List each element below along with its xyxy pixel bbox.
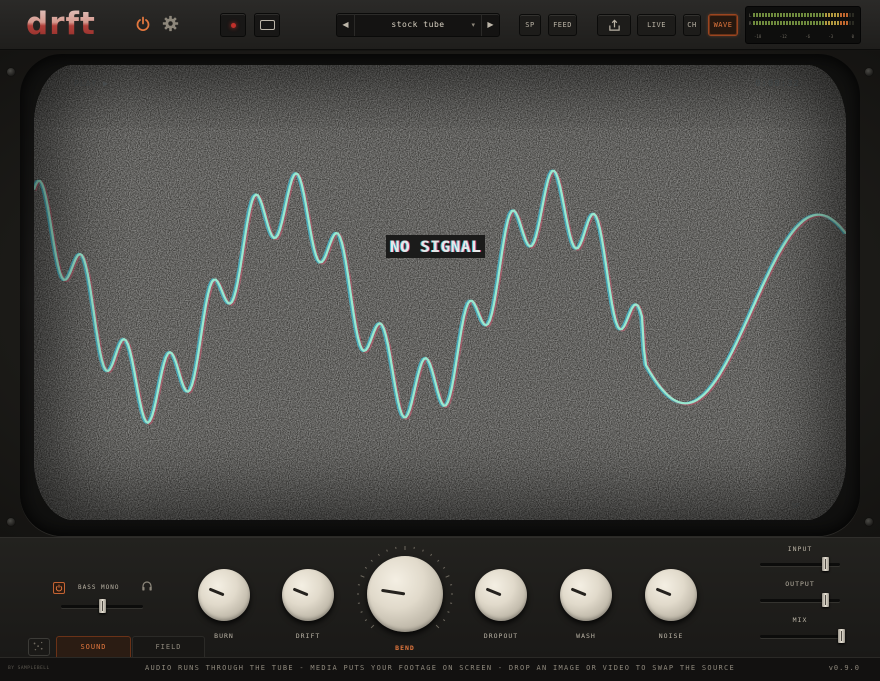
randomize-button[interactable] (28, 638, 50, 656)
wash-knob[interactable] (560, 569, 612, 621)
record-dot-icon (231, 23, 236, 28)
gear-icon[interactable] (162, 15, 179, 32)
bend-knob[interactable] (367, 556, 443, 632)
sp-button[interactable]: SP (519, 14, 541, 36)
burn-knob[interactable] (198, 569, 250, 621)
output-slider-thumb[interactable] (822, 593, 830, 607)
crt-screen[interactable]: PLAY ▶ 0:00:32 NO SIGNAL SP (34, 65, 846, 520)
export-button[interactable] (597, 14, 631, 36)
feed-button[interactable]: FEED (548, 14, 577, 36)
record-button[interactable] (220, 13, 246, 37)
tab-sound[interactable]: SOUND (56, 636, 131, 657)
knob-indicator (292, 587, 309, 597)
preset-selector[interactable]: ◀ stock tube ▾ ▶ (336, 13, 500, 37)
tab-field[interactable]: FIELD (132, 636, 205, 657)
knob-indicator (208, 587, 225, 597)
screw (865, 518, 873, 526)
input-slider-thumb[interactable] (822, 557, 830, 571)
screw (7, 518, 15, 526)
waveform-trace (34, 169, 846, 426)
share-icon (609, 19, 620, 31)
meter-scale-tick: -3 (828, 34, 834, 39)
bend-label: BEND (395, 644, 415, 652)
level-meter: L R -18 -12 -6 -3 0 (745, 6, 861, 44)
version-label: v0.9.0 (828, 664, 860, 672)
dropout-label: DROPOUT (483, 632, 519, 640)
meter-scale: -18 -12 -6 -3 0 (754, 34, 854, 39)
screw (865, 68, 873, 76)
meter-scale-tick: -12 (779, 34, 787, 39)
meter-left-bar (753, 13, 854, 17)
osd-play-indicator: PLAY ▶ (74, 79, 109, 88)
knob-indicator (655, 587, 672, 597)
meter-scale-tick: -18 (754, 34, 762, 39)
play-icon: ▶ (103, 79, 109, 88)
screw (7, 68, 15, 76)
footer-tagline: AUDIO RUNS THROUGH THE TUBE - MEDIA PUTS… (144, 664, 736, 672)
mix-slider-track[interactable] (760, 635, 845, 638)
preset-prev-button[interactable]: ◀ (337, 14, 355, 36)
osd-timecode: 0:00:32 (755, 79, 800, 89)
knob-indicator (381, 588, 406, 596)
bass-mono-label: BASS MONO (78, 584, 120, 591)
knob-indicator (485, 587, 502, 597)
drft-logo: drft (26, 6, 96, 42)
dropout-knob[interactable] (475, 569, 527, 621)
ch-button[interactable]: CH (683, 14, 701, 36)
no-signal-label: NO SIGNAL (386, 235, 486, 258)
dice-icon (33, 641, 43, 651)
preset-name[interactable]: stock tube (355, 14, 481, 36)
meter-scale-tick: 0 (851, 34, 854, 39)
bass-mono-toggle[interactable] (53, 582, 65, 594)
mix-label: MIX (792, 616, 808, 624)
meter-left-label: L (749, 13, 752, 18)
power-icon (55, 584, 63, 592)
screen-icon (260, 20, 275, 30)
noise-knob[interactable] (645, 569, 697, 621)
osd-play-label: PLAY (74, 79, 98, 88)
drift-label: DRIFT (295, 632, 321, 640)
live-button[interactable]: LIVE (637, 14, 676, 36)
wash-label: WASH (576, 632, 596, 640)
input-label: INPUT (787, 545, 813, 553)
footer: BY SAMPLEBELL AUDIO RUNS THROUGH THE TUB… (0, 657, 880, 681)
output-label: OUTPUT (785, 580, 815, 588)
top-bar: drft ◀ stock tube ▾ ▶ SP FEED LIVE CH WA… (0, 0, 880, 50)
meter-right-bar (753, 21, 854, 25)
mix-slider-thumb[interactable] (838, 629, 845, 643)
screen-mode-button[interactable] (254, 13, 280, 37)
meter-scale-tick: -6 (805, 34, 811, 39)
drift-knob[interactable] (282, 569, 334, 621)
headphone-icon[interactable] (141, 580, 153, 592)
knob-indicator (570, 587, 587, 597)
wave-button[interactable]: WAVE (708, 14, 738, 36)
preset-next-button[interactable]: ▶ (481, 14, 499, 36)
chevron-down-icon[interactable]: ▾ (471, 14, 475, 36)
bass-mono-slider-thumb[interactable] (98, 599, 106, 613)
osd-sp-label: SP (791, 502, 800, 510)
noise-label: NOISE (658, 632, 684, 640)
power-icon[interactable] (135, 16, 151, 32)
meter-right-label: R (749, 21, 752, 26)
